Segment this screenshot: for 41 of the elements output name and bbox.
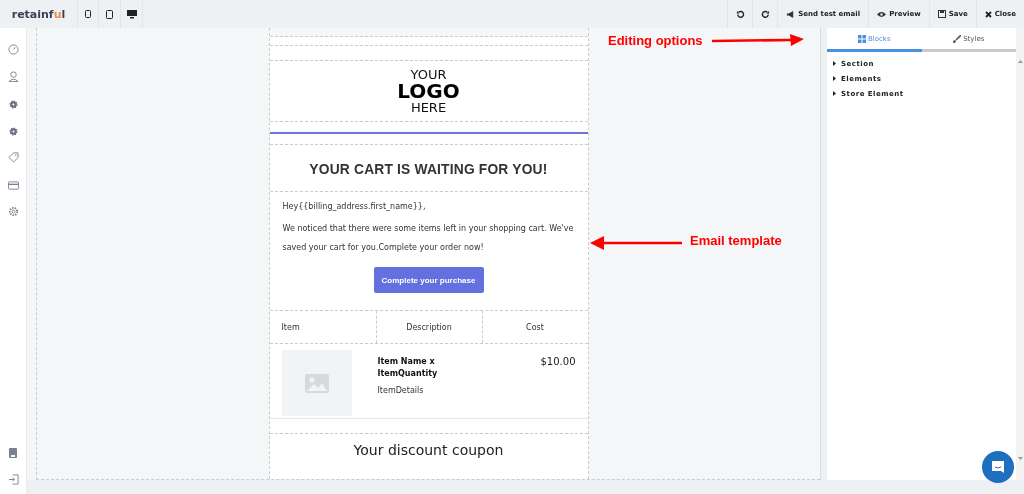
caret-icon <box>833 91 836 96</box>
message-text: We noticed that there were some items left in your shopping cart. We've saved your cart for you.Complete your order now! <box>282 223 575 254</box>
book-icon <box>9 446 17 461</box>
image-placeholder <box>281 350 352 416</box>
purchase-button[interactable]: Complete your purchase <box>373 267 484 293</box>
column-header: Item <box>280 321 301 334</box>
email-heading: YOUR CART IS WAITING FOR YOU! <box>309 159 548 177</box>
coupon-heading: Your discount coupon <box>353 442 504 458</box>
scrollbar[interactable] <box>1016 28 1024 480</box>
item-name: Item Name x ItemQuantity <box>377 356 439 380</box>
scroll-down-icon[interactable] <box>1017 457 1023 460</box>
annotation-label: Email template <box>690 233 782 248</box>
logout-icon <box>7 473 19 488</box>
brush-icon <box>953 34 962 43</box>
item-details: ItemDetails <box>377 386 425 395</box>
logo-text: LOGO <box>397 81 460 101</box>
megaphone-icon <box>786 9 796 19</box>
eye-icon <box>877 10 887 18</box>
caret-icon <box>833 76 836 81</box>
grid-icon <box>857 34 866 43</box>
undo-icon <box>735 9 745 19</box>
logo-text: HERE <box>410 101 447 114</box>
monitor-icon <box>126 9 137 19</box>
gauge-icon <box>7 43 19 58</box>
scroll-up-icon[interactable] <box>1017 60 1023 63</box>
column-header: Cost <box>481 311 588 343</box>
item-cost: $10.00 <box>540 356 576 369</box>
user-icon <box>7 70 19 85</box>
close-icon <box>984 10 992 18</box>
caret-icon <box>833 61 836 66</box>
greeting-text: Hey{{billing_address.first_name}}, <box>282 202 427 211</box>
redo-icon <box>760 9 770 19</box>
logo-text: YOUR <box>410 68 447 81</box>
annotation-label: Editing options <box>608 33 703 48</box>
tablet-icon <box>106 9 113 19</box>
mobile-phone-icon <box>85 10 91 18</box>
tag-icon <box>7 151 19 166</box>
chat-icon <box>991 460 1005 474</box>
brand-logo: retainful <box>10 6 67 23</box>
column-header: Description <box>375 311 482 343</box>
credit-card-icon <box>7 178 19 193</box>
